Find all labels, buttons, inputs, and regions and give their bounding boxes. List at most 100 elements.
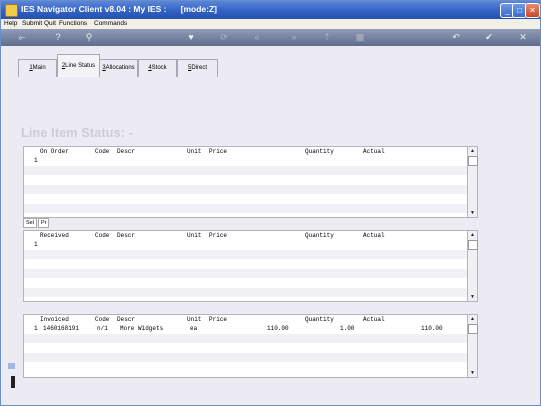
row-number: 1	[34, 325, 38, 332]
info-icon[interactable]: ?	[50, 31, 66, 44]
cancel-icon[interactable]: ✕	[515, 31, 531, 44]
heart-icon[interactable]: ♥	[183, 31, 199, 44]
col-on-order: On Order	[40, 148, 69, 155]
scroll-down-icon[interactable]: ▼	[468, 209, 477, 217]
refresh-icon[interactable]: ⟳	[216, 31, 232, 44]
col-descr: Descr	[117, 316, 136, 323]
ok-icon[interactable]: ✔	[481, 31, 497, 44]
col-unit: Unit	[187, 148, 202, 155]
menu-submit[interactable]: Submit	[22, 20, 42, 27]
tab-allocations[interactable]: 3Allocations	[99, 59, 138, 77]
tab-line-status[interactable]: 2Line Status	[57, 54, 100, 77]
table-row[interactable]	[24, 362, 468, 372]
tab-direct[interactable]: 5Direct	[177, 59, 218, 77]
menu-functions[interactable]: Functions	[59, 20, 87, 27]
col-price: Price	[209, 232, 228, 239]
table-row[interactable]	[24, 175, 468, 185]
col-code: Code	[95, 148, 110, 155]
col-quantity: Quantity	[305, 232, 334, 239]
back-icon[interactable]: ↶	[448, 31, 464, 44]
window-title: IES Navigator Client v8.04 : My IES : [m…	[21, 4, 218, 14]
cell-code: n/1	[97, 325, 108, 332]
col-code: Code	[95, 232, 110, 239]
row-number: 1	[34, 157, 38, 164]
cell-quantity: 1.00	[340, 325, 355, 332]
toolbar: ⟜ ? ⚲ ♥ ⟳ « » ⇡ ▦ ↶ ✔ ✕	[1, 29, 540, 46]
col-descr: Descr	[117, 232, 136, 239]
status-indicator-icon	[8, 363, 15, 369]
mini-tab-pr[interactable]: Pr	[37, 218, 50, 228]
tab-stock-label: Stock	[151, 65, 167, 71]
tree-icon[interactable]: ⇡	[319, 31, 335, 44]
table-row[interactable]	[24, 278, 468, 288]
title-bar[interactable]: IES Navigator Client v8.04 : My IES : [m…	[1, 1, 540, 19]
page-title: Line Item Status: -	[21, 126, 134, 140]
table-row[interactable]	[24, 249, 468, 259]
cell-unit: ea	[190, 325, 198, 332]
search-icon[interactable]: ⚲	[81, 31, 97, 44]
scroll-down-icon[interactable]: ▼	[468, 293, 477, 301]
invoiced-scrollbar[interactable]: ▲ ▼	[467, 314, 478, 378]
invoiced-grid[interactable]: Invoiced Code Descr Unit Price Quantity …	[23, 314, 469, 378]
mini-tab-sel[interactable]: Sel	[23, 218, 37, 228]
received-grid[interactable]: Received Code Descr Unit Price Quantity …	[23, 230, 469, 302]
col-price: Price	[209, 316, 228, 323]
row-number: 1	[34, 241, 38, 248]
col-invoiced: Invoiced	[40, 316, 69, 323]
table-row[interactable]	[24, 184, 468, 194]
menu-commands[interactable]: Commands	[94, 20, 127, 27]
rewind-icon[interactable]: «	[249, 31, 265, 44]
key-icon[interactable]: ⟜	[11, 31, 33, 44]
tab-main[interactable]: 1Main	[18, 59, 57, 77]
table-row[interactable]	[24, 203, 468, 213]
received-grid-header: Received Code Descr Unit Price Quantity …	[24, 231, 468, 240]
table-row[interactable]	[24, 165, 468, 175]
col-received: Received	[40, 232, 69, 239]
scroll-thumb[interactable]	[468, 240, 478, 250]
scroll-thumb[interactable]	[468, 324, 478, 334]
application-window: IES Navigator Client v8.04 : My IES : [m…	[0, 0, 541, 406]
col-quantity: Quantity	[305, 316, 334, 323]
table-row[interactable]	[24, 259, 468, 269]
table-row[interactable]	[24, 268, 468, 278]
invoiced-grid-header: Invoiced Code Descr Unit Price Quantity …	[24, 315, 468, 324]
col-actual: Actual	[363, 148, 385, 155]
menu-quit[interactable]: Quit	[44, 20, 56, 27]
tab-allocations-label: Allocations	[105, 65, 135, 71]
mini-tab-strip: Sel Pr	[23, 218, 50, 228]
page-icon[interactable]: ▦	[352, 31, 368, 44]
table-row[interactable]	[24, 352, 468, 362]
col-unit: Unit	[187, 316, 202, 323]
cell-invoiced: 1460168191	[43, 325, 80, 332]
scroll-down-icon[interactable]: ▼	[468, 369, 477, 377]
fast-forward-icon[interactable]: »	[286, 31, 302, 44]
col-unit: Unit	[187, 232, 202, 239]
table-row[interactable]	[24, 194, 468, 204]
close-button[interactable]: ✕	[525, 3, 540, 18]
scroll-up-icon[interactable]: ▲	[468, 147, 477, 155]
scroll-up-icon[interactable]: ▲	[468, 231, 477, 239]
scroll-thumb[interactable]	[468, 156, 478, 166]
table-row[interactable]	[24, 343, 468, 353]
table-row[interactable]	[24, 333, 468, 343]
received-scrollbar[interactable]: ▲ ▼	[467, 230, 478, 302]
tab-stock[interactable]: 4Stock	[138, 59, 177, 77]
on-order-grid-header: On Order Code Descr Unit Price Quantity …	[24, 147, 468, 156]
table-row[interactable]: 1	[24, 240, 468, 250]
cell-price: 110.00	[267, 325, 289, 332]
on-order-scrollbar[interactable]: ▲ ▼	[467, 146, 478, 218]
table-row[interactable]: 1	[24, 156, 468, 166]
on-order-grid[interactable]: On Order Code Descr Unit Price Quantity …	[23, 146, 469, 218]
col-quantity: Quantity	[305, 148, 334, 155]
col-actual: Actual	[363, 232, 385, 239]
menu-help[interactable]: Help	[4, 20, 17, 27]
table-row[interactable]	[24, 287, 468, 297]
tab-main-label: Main	[32, 65, 46, 71]
side-handle-icon[interactable]	[11, 376, 15, 388]
tab-strip: 1Main 2Line Status 3Allocations 4Stock 5…	[18, 53, 418, 77]
scroll-up-icon[interactable]: ▲	[468, 315, 477, 323]
table-row[interactable]: 1 1460168191 n/1 More Widgets ea 110.00 …	[24, 324, 468, 334]
cell-actual: 110.00	[421, 325, 443, 332]
col-descr: Descr	[117, 148, 136, 155]
col-actual: Actual	[363, 316, 385, 323]
